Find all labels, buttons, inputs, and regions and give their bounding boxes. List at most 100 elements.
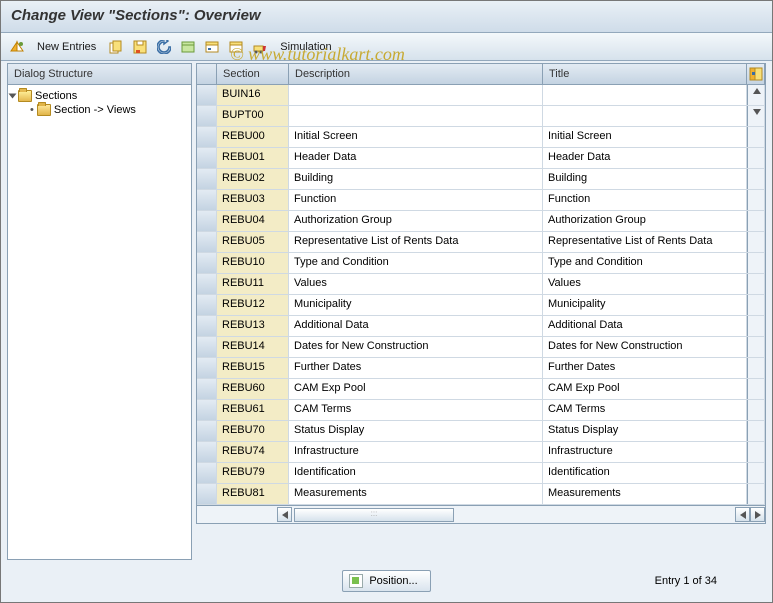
cell-description[interactable]: [289, 85, 543, 105]
vertical-scrollbar-cell[interactable]: [747, 232, 765, 252]
vertical-scrollbar-cell[interactable]: [747, 442, 765, 462]
row-selector[interactable]: [197, 148, 217, 168]
cell-description[interactable]: Building: [289, 169, 543, 189]
cell-description[interactable]: Type and Condition: [289, 253, 543, 273]
table-row[interactable]: REBU02BuildingBuilding: [197, 169, 765, 190]
transport-icon[interactable]: [250, 37, 270, 57]
cell-title[interactable]: Measurements: [543, 484, 747, 504]
cell-section[interactable]: REBU10: [217, 253, 289, 273]
cell-title[interactable]: Infrastructure: [543, 442, 747, 462]
table-row[interactable]: REBU00Initial ScreenInitial Screen: [197, 127, 765, 148]
row-selector[interactable]: [197, 421, 217, 441]
row-selector[interactable]: [197, 337, 217, 357]
row-selector[interactable]: [197, 442, 217, 462]
cell-title[interactable]: [543, 106, 747, 126]
table-row[interactable]: REBU81MeasurementsMeasurements: [197, 484, 765, 505]
toggle-icon[interactable]: [7, 37, 27, 57]
cell-title[interactable]: [543, 85, 747, 105]
row-selector[interactable]: [197, 127, 217, 147]
cell-section[interactable]: REBU04: [217, 211, 289, 231]
tree-node-section-views[interactable]: • Section -> Views: [10, 103, 189, 117]
cell-description[interactable]: CAM Terms: [289, 400, 543, 420]
copy-icon[interactable]: [106, 37, 126, 57]
vertical-scrollbar-cell[interactable]: [747, 400, 765, 420]
row-selector[interactable]: [197, 379, 217, 399]
scroll-down-icon[interactable]: [747, 106, 765, 126]
table-row[interactable]: REBU11ValuesValues: [197, 274, 765, 295]
vertical-scrollbar-cell[interactable]: [747, 295, 765, 315]
table-row[interactable]: REBU79IdentificationIdentification: [197, 463, 765, 484]
table-row[interactable]: REBU14Dates for New ConstructionDates fo…: [197, 337, 765, 358]
cell-description[interactable]: CAM Exp Pool: [289, 379, 543, 399]
cell-title[interactable]: Status Display: [543, 421, 747, 441]
table-row[interactable]: REBU12MunicipalityMunicipality: [197, 295, 765, 316]
row-selector[interactable]: [197, 274, 217, 294]
table-row[interactable]: REBU15Further DatesFurther Dates: [197, 358, 765, 379]
col-title[interactable]: Title: [543, 64, 747, 84]
table-row[interactable]: REBU13Additional DataAdditional Data: [197, 316, 765, 337]
row-selector[interactable]: [197, 295, 217, 315]
scroll-left-icon[interactable]: [277, 507, 292, 522]
vertical-scrollbar-cell[interactable]: [747, 337, 765, 357]
row-selector[interactable]: [197, 484, 217, 504]
row-selector[interactable]: [197, 85, 217, 105]
cell-title[interactable]: Function: [543, 190, 747, 210]
scroll-thumb[interactable]: :::: [294, 508, 454, 522]
scroll-up-icon[interactable]: [747, 85, 765, 105]
cell-description[interactable]: Function: [289, 190, 543, 210]
cell-description[interactable]: Further Dates: [289, 358, 543, 378]
cell-section[interactable]: REBU70: [217, 421, 289, 441]
cell-section[interactable]: REBU13: [217, 316, 289, 336]
table-row[interactable]: REBU03FunctionFunction: [197, 190, 765, 211]
cell-description[interactable]: Initial Screen: [289, 127, 543, 147]
cell-title[interactable]: CAM Terms: [543, 400, 747, 420]
cell-description[interactable]: Values: [289, 274, 543, 294]
cell-title[interactable]: Additional Data: [543, 316, 747, 336]
row-selector[interactable]: [197, 169, 217, 189]
table-row[interactable]: REBU70Status DisplayStatus Display: [197, 421, 765, 442]
cell-section[interactable]: BUPT00: [217, 106, 289, 126]
cell-title[interactable]: Type and Condition: [543, 253, 747, 273]
table-row[interactable]: BUIN16: [197, 85, 765, 106]
cell-title[interactable]: Identification: [543, 463, 747, 483]
vertical-scrollbar-cell[interactable]: [747, 463, 765, 483]
vertical-scrollbar-cell[interactable]: [747, 148, 765, 168]
row-selector[interactable]: [197, 400, 217, 420]
cell-section[interactable]: REBU81: [217, 484, 289, 504]
row-selector[interactable]: [197, 316, 217, 336]
cell-section[interactable]: REBU11: [217, 274, 289, 294]
cell-title[interactable]: CAM Exp Pool: [543, 379, 747, 399]
table-row[interactable]: REBU61CAM TermsCAM Terms: [197, 400, 765, 421]
cell-description[interactable]: Authorization Group: [289, 211, 543, 231]
vertical-scrollbar-cell[interactable]: [747, 358, 765, 378]
row-selector[interactable]: [197, 211, 217, 231]
row-selector[interactable]: [197, 253, 217, 273]
cell-title[interactable]: Values: [543, 274, 747, 294]
cell-section[interactable]: REBU60: [217, 379, 289, 399]
tree-node-sections[interactable]: Sections: [10, 89, 189, 103]
cell-description[interactable]: Identification: [289, 463, 543, 483]
cell-description[interactable]: Header Data: [289, 148, 543, 168]
cell-section[interactable]: REBU15: [217, 358, 289, 378]
cell-section[interactable]: REBU61: [217, 400, 289, 420]
vertical-scrollbar-cell[interactable]: [747, 169, 765, 189]
cell-title[interactable]: Municipality: [543, 295, 747, 315]
cell-section[interactable]: BUIN16: [217, 85, 289, 105]
undo-icon[interactable]: [154, 37, 174, 57]
row-selector[interactable]: [197, 190, 217, 210]
cell-title[interactable]: Further Dates: [543, 358, 747, 378]
row-selector[interactable]: [197, 106, 217, 126]
cell-title[interactable]: Header Data: [543, 148, 747, 168]
cell-title[interactable]: Initial Screen: [543, 127, 747, 147]
cell-description[interactable]: Municipality: [289, 295, 543, 315]
cell-description[interactable]: Representative List of Rents Data: [289, 232, 543, 252]
vertical-scrollbar-cell[interactable]: [747, 253, 765, 273]
cell-title[interactable]: Building: [543, 169, 747, 189]
new-entries-button[interactable]: New Entries: [31, 41, 102, 53]
position-button[interactable]: Position...: [342, 570, 430, 592]
row-selector[interactable]: [197, 232, 217, 252]
scroll-left-end-icon[interactable]: [735, 507, 750, 522]
row-selector[interactable]: [197, 463, 217, 483]
cell-section[interactable]: REBU74: [217, 442, 289, 462]
cell-title[interactable]: Authorization Group: [543, 211, 747, 231]
